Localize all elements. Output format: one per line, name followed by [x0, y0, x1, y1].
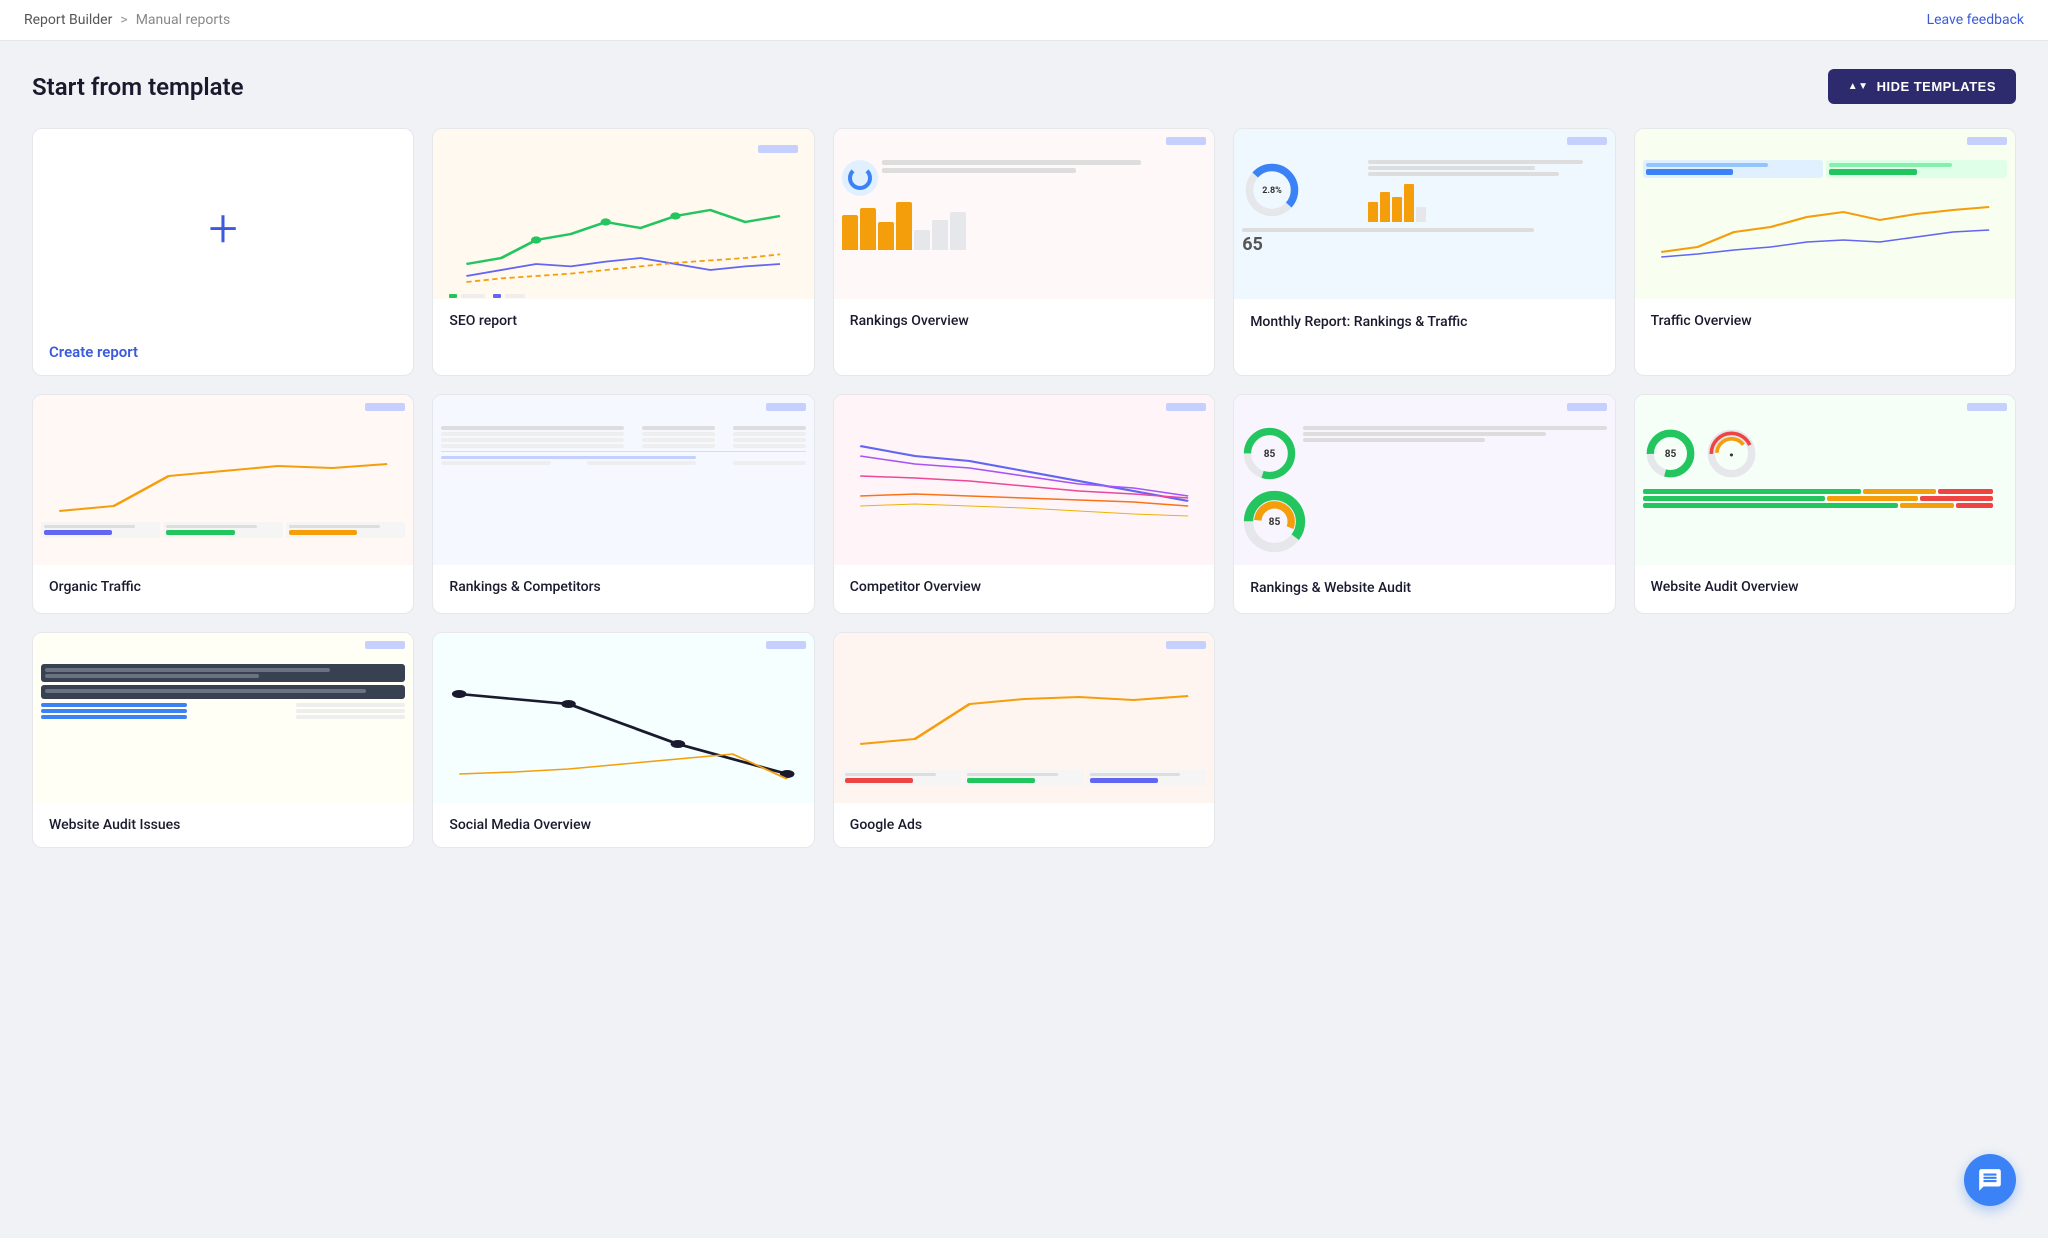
rankings-audit-preview: 85 85: [1234, 395, 1614, 565]
svg-text:2.8%: 2.8%: [1262, 186, 1282, 196]
traffic-overview-preview: [1635, 129, 2015, 299]
leave-feedback-link[interactable]: Leave feedback: [1927, 12, 2024, 28]
template-label-website-audit: Website Audit Overview: [1635, 565, 2015, 609]
template-label-competitor: Competitor Overview: [834, 565, 1214, 609]
svg-text:85: 85: [1264, 449, 1276, 460]
template-seo[interactable]: SEO report: [432, 128, 814, 376]
template-label-google-ads: Google Ads: [834, 803, 1214, 847]
seo-preview: [433, 129, 813, 299]
breadcrumb-current: Manual reports: [136, 12, 231, 28]
template-label-rankings-overview: Rankings Overview: [834, 299, 1214, 343]
svg-text:85: 85: [1269, 517, 1281, 528]
breadcrumb: Report Builder > Manual reports: [24, 12, 230, 28]
template-website-issues[interactable]: Website Audit Issues: [32, 632, 414, 848]
create-preview: +: [33, 129, 413, 329]
website-issues-preview: [33, 633, 413, 803]
templates-grid: + Create report: [32, 128, 2016, 848]
google-ads-preview: [834, 633, 1214, 803]
hide-templates-label: HIDE TEMPLATES: [1877, 79, 1996, 94]
template-label-seo: SEO report: [433, 299, 813, 343]
template-label-traffic-overview: Traffic Overview: [1635, 299, 2015, 343]
main-content: Start from template ▲▼ HIDE TEMPLATES + …: [0, 41, 2048, 876]
breadcrumb-sep: >: [120, 12, 127, 28]
template-google-ads[interactable]: Google Ads: [833, 632, 1215, 848]
template-rankings-overview[interactable]: Rankings Overview: [833, 128, 1215, 376]
chat-icon: [1977, 1167, 2003, 1193]
hide-templates-button[interactable]: ▲▼ HIDE TEMPLATES: [1828, 69, 2016, 104]
svg-text:●: ●: [1729, 450, 1733, 459]
organic-preview: [33, 395, 413, 565]
website-audit-preview: 85 ●: [1635, 395, 2015, 565]
template-rankings-comp[interactable]: Rankings & Competitors: [432, 394, 814, 614]
template-label-rankings-audit: Rankings & Website Audit: [1234, 565, 1614, 613]
rankings-comp-preview: [433, 395, 813, 565]
monthly-preview: 2.8%: [1234, 129, 1614, 299]
breadcrumb-root[interactable]: Report Builder: [24, 12, 112, 28]
top-bar: Report Builder > Manual reports Leave fe…: [0, 0, 2048, 41]
chat-bubble-button[interactable]: [1964, 1154, 2016, 1206]
svg-text:85: 85: [1664, 449, 1676, 460]
template-label-social-media: Social Media Overview: [433, 803, 813, 847]
competitor-preview: [834, 395, 1214, 565]
template-label-website-issues: Website Audit Issues: [33, 803, 413, 847]
template-organic[interactable]: Organic Traffic: [32, 394, 414, 614]
template-create[interactable]: + Create report: [32, 128, 414, 376]
template-social-media[interactable]: Social Media Overview: [432, 632, 814, 848]
plus-icon: +: [209, 203, 238, 255]
template-label-create: Create report: [33, 329, 413, 375]
section-title: Start from template: [32, 73, 244, 101]
social-media-preview: [433, 633, 813, 803]
template-website-audit[interactable]: 85 ●: [1634, 394, 2016, 614]
template-label-monthly: Monthly Report: Rankings & Traffic: [1234, 299, 1614, 347]
rankings-overview-preview: [834, 129, 1214, 299]
section-header: Start from template ▲▼ HIDE TEMPLATES: [32, 69, 2016, 104]
arrows-icon: ▲▼: [1848, 81, 1869, 92]
template-label-rankings-comp: Rankings & Competitors: [433, 565, 813, 609]
template-rankings-audit[interactable]: 85 85: [1233, 394, 1615, 614]
template-traffic-overview[interactable]: Traffic Overview: [1634, 128, 2016, 376]
template-competitor[interactable]: Competitor Overview: [833, 394, 1215, 614]
template-monthly[interactable]: 2.8%: [1233, 128, 1615, 376]
template-label-organic: Organic Traffic: [33, 565, 413, 609]
